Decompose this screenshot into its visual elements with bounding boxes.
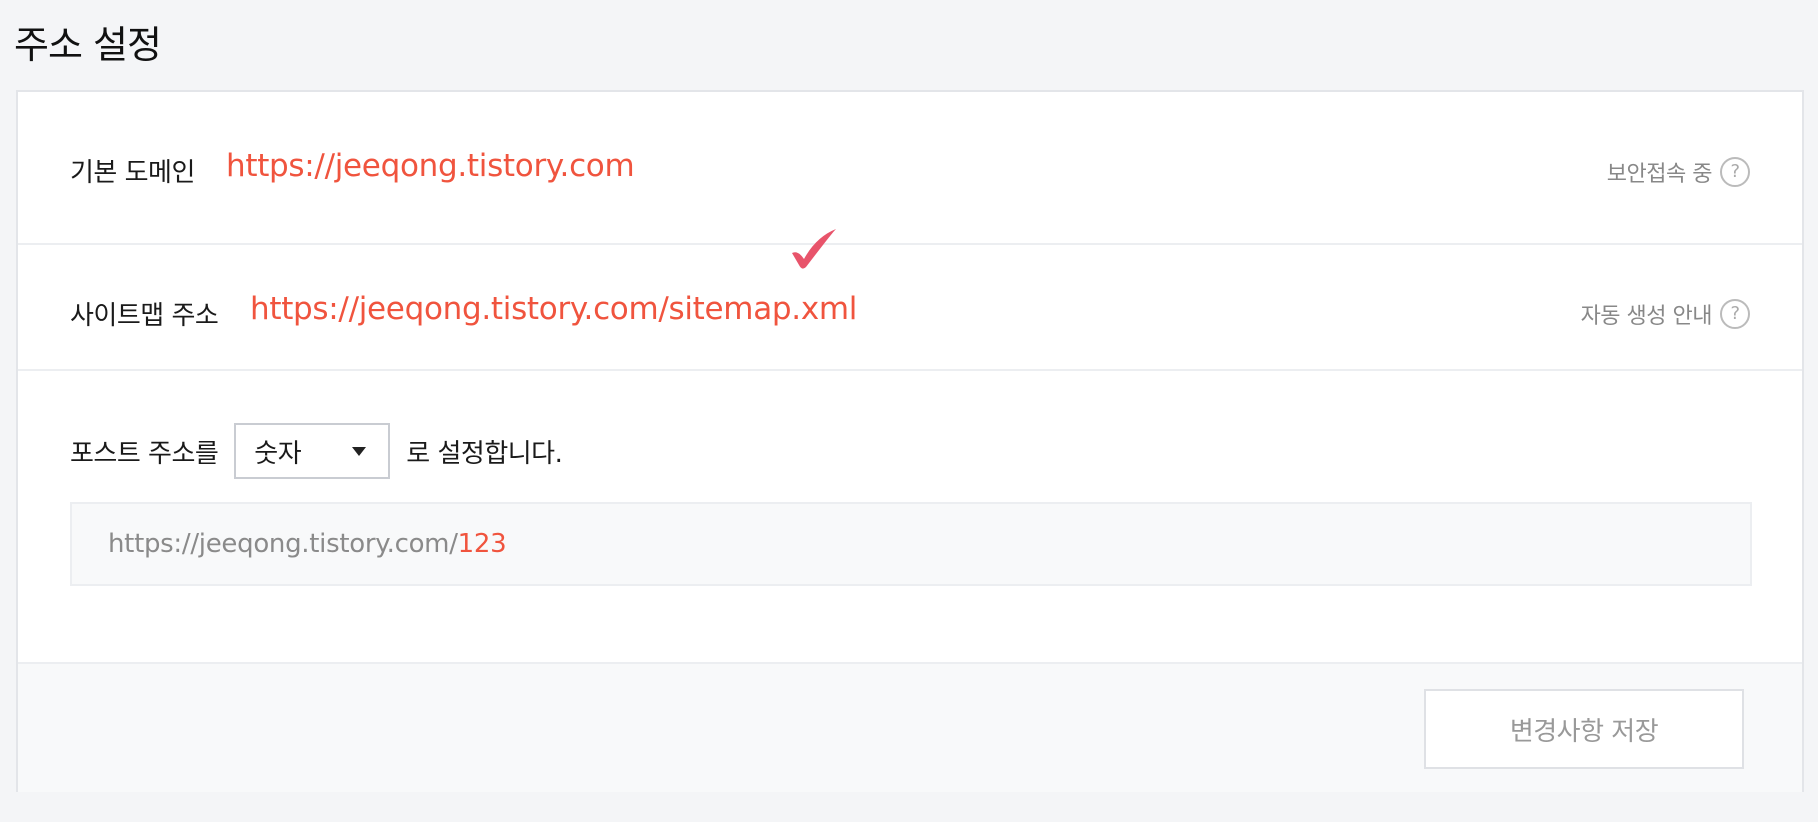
preview-base-url: https://jeeqong.tistory.com/	[108, 529, 458, 559]
secure-connection-help[interactable]: 보안접속 중 ?	[1607, 156, 1750, 188]
preview-post-id: 123	[457, 529, 507, 559]
post-address-line: 포스트 주소를 숫자 로 설정합니다.	[70, 423, 563, 479]
address-settings-panel: 기본 도메인 https://jeeqong.tistory.com 보안접속 …	[16, 90, 1804, 792]
sitemap-row: 사이트맵 주소 https://jeeqong.tistory.com/site…	[18, 229, 1802, 371]
post-address-prefix: 포스트 주소를	[70, 438, 219, 469]
question-icon[interactable]: ?	[1720, 299, 1750, 329]
checkmark-icon	[792, 229, 836, 269]
question-icon[interactable]: ?	[1720, 157, 1750, 187]
secure-connection-text: 보안접속 중	[1606, 162, 1713, 187]
post-address-format-select[interactable]: 숫자	[234, 423, 391, 479]
default-domain-row: 기본 도메인 https://jeeqong.tistory.com 보안접속 …	[18, 92, 1802, 245]
save-changes-button[interactable]: 변경사항 저장	[1424, 689, 1744, 769]
page-title: 주소 설정	[14, 23, 162, 67]
post-address-section: 포스트 주소를 숫자 로 설정합니다. https://jeeqong.tist…	[18, 371, 1802, 662]
default-domain-value: https://jeeqong.tistory.com	[226, 148, 635, 184]
select-value: 숫자	[254, 438, 302, 469]
sitemap-url[interactable]: https://jeeqong.tistory.com/sitemap.xml	[250, 291, 857, 327]
panel-footer: 변경사항 저장	[18, 662, 1802, 792]
sitemap-label: 사이트맵 주소	[70, 301, 219, 331]
auto-generation-help[interactable]: 자동 생성 안내 ?	[1581, 298, 1750, 330]
default-domain-label: 기본 도메인	[70, 158, 195, 188]
dropdown-arrow-icon	[352, 447, 367, 456]
post-address-preview: https://jeeqong.tistory.com/ 123	[70, 502, 1752, 586]
post-address-suffix: 로 설정합니다.	[406, 438, 563, 469]
auto-generation-text: 자동 생성 안내	[1580, 304, 1713, 329]
